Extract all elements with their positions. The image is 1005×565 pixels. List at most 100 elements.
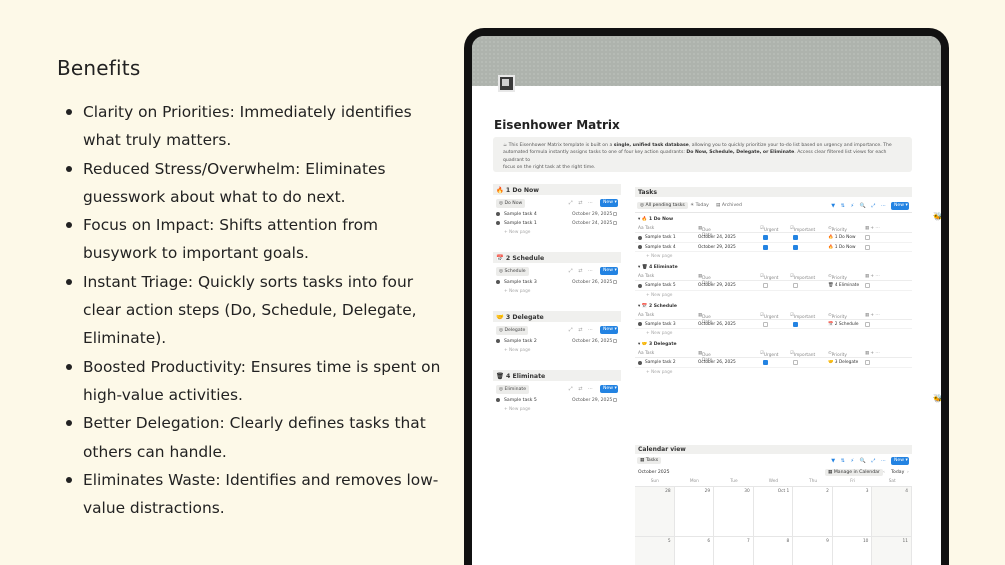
new-button[interactable]: New ▾ <box>891 457 909 465</box>
table-row[interactable]: Sample task 5 October 29, 2025 🗑 4 Elimina… <box>635 281 912 291</box>
benefit-item: Focus on Impact: Shifts attention from b… <box>57 211 452 268</box>
new-button[interactable]: New ▾ <box>891 202 909 210</box>
new-page-button[interactable]: + New page <box>635 329 912 338</box>
calendar-day[interactable]: 6 <box>675 537 715 565</box>
table-row[interactable]: Sample task 2 October 26, 2025 🤝 3 Delegat… <box>635 358 912 368</box>
cover-image <box>472 36 941 86</box>
benefit-item: Instant Triage: Quickly sorts tasks into… <box>57 268 452 353</box>
new-page-button[interactable]: + New page <box>635 291 912 300</box>
tablet-frame: Eisenhower Matrix ☕ This Eisenhower Matr… <box>464 28 949 565</box>
quadrant-schedule: 📅 2 Schedule ◎ Schedule ⤢ ⇄ ⋯ New ▾ Samp… <box>493 252 621 296</box>
done-checkbox[interactable] <box>865 321 870 327</box>
view-tab[interactable]: ◎ Do Now <box>496 199 526 208</box>
urgent-checkbox[interactable] <box>763 283 768 288</box>
urgent-checkbox[interactable] <box>763 321 768 327</box>
done-checkbox[interactable] <box>613 398 617 402</box>
list-item[interactable]: Sample task 2 October 26, 2025 <box>493 337 621 346</box>
important-checkbox[interactable] <box>793 360 798 365</box>
tasks-database: Tasks ◎ All pending tasks ☀ Today ▤ Arch… <box>635 187 912 377</box>
calendar-month-bar: October 2025 ▦ Manage in Calendar ‹ Toda… <box>635 467 912 479</box>
next-month-icon[interactable]: › <box>907 470 909 475</box>
status-icon <box>496 398 500 402</box>
done-checkbox[interactable] <box>613 212 617 216</box>
prev-month-icon[interactable]: ‹ <box>883 470 885 475</box>
view-options-icons[interactable]: ⤢ ⇄ ⋯ <box>569 200 595 206</box>
done-checkbox[interactable] <box>613 221 617 225</box>
list-item[interactable]: Sample task 5 October 29, 2025 <box>493 396 621 405</box>
calendar-day[interactable]: 28 <box>635 487 675 537</box>
quadrant-title: 🔥 1 Do Now <box>493 184 621 195</box>
view-options-icons[interactable]: ⤢ ⇄ ⋯ <box>569 327 595 333</box>
list-item[interactable]: Sample task 4 October 29, 2025 <box>493 210 621 219</box>
urgent-checkbox[interactable] <box>763 235 768 240</box>
group-header[interactable]: ▾ 🔥 1 Do Now <box>635 213 912 224</box>
new-page-button[interactable]: + New page <box>493 228 621 237</box>
calendar-day[interactable]: 29 <box>674 487 715 537</box>
new-page-button[interactable]: + New page <box>635 368 912 377</box>
table-row[interactable]: Sample task 3 October 26, 2025 📅 2 Schedul… <box>635 320 912 329</box>
tab-today[interactable]: ☀ Today <box>687 202 712 209</box>
column-headers: Aa Task ▦ Due Date ☑ Urgent ☑ Important ⊙ Pr… <box>635 349 912 363</box>
new-button[interactable]: New ▾ <box>600 326 618 334</box>
view-tab[interactable]: ◎ Schedule <box>496 267 529 276</box>
tab-tasks[interactable]: ▦ Tasks <box>637 457 662 464</box>
calendar-day[interactable]: 8 <box>754 537 794 565</box>
manage-calendar-button[interactable]: ▦ Manage in Calendar <box>825 469 883 476</box>
tab-archived[interactable]: ▤ Archived <box>713 202 745 209</box>
group-header[interactable]: ▾ 🤝 3 Delegate <box>635 338 912 349</box>
calendar-day[interactable]: 30 <box>714 487 754 537</box>
page-icon[interactable] <box>498 75 515 92</box>
today-button[interactable]: Today <box>891 470 904 475</box>
view-options-icons[interactable]: ⤢ ⇄ ⋯ <box>569 268 595 274</box>
new-page-button[interactable]: + New page <box>493 287 621 296</box>
status-icon <box>496 339 500 343</box>
done-checkbox[interactable] <box>865 235 870 240</box>
done-checkbox[interactable] <box>613 339 617 343</box>
table-row[interactable]: Sample task 1 October 24, 2025 🔥 1 Do Now <box>635 233 912 243</box>
calendar-day[interactable]: 3 <box>832 487 873 537</box>
new-button[interactable]: New ▾ <box>600 199 618 207</box>
status-icon <box>496 212 500 216</box>
important-checkbox[interactable] <box>793 283 798 288</box>
view-tab[interactable]: ◎ Delegate <box>496 326 529 335</box>
benefits-list: Clarity on Priorities: Immediately ident… <box>57 98 452 522</box>
urgent-checkbox[interactable] <box>763 360 768 365</box>
calendar-day[interactable]: 5 <box>635 537 675 565</box>
list-item[interactable]: Sample task 1 October 24, 2025 <box>493 219 621 228</box>
urgent-checkbox[interactable] <box>763 244 768 250</box>
calendar-day[interactable]: 2 <box>793 487 833 537</box>
calendar-day[interactable]: 9 <box>793 537 833 565</box>
important-checkbox[interactable] <box>793 235 798 240</box>
new-page-button[interactable]: + New page <box>635 252 912 261</box>
important-checkbox[interactable] <box>793 321 798 327</box>
toolbar-icons[interactable]: ▼ ⇅ ⚡ 🔍 ⤢ ⋯ <box>831 458 888 464</box>
tab-all-pending[interactable]: ◎ All pending tasks <box>637 202 688 209</box>
new-page-button[interactable]: + New page <box>493 346 621 355</box>
done-checkbox[interactable] <box>865 244 870 250</box>
view-tab[interactable]: ◎ Eliminate <box>496 385 530 394</box>
new-page-button[interactable]: + New page <box>493 405 621 414</box>
list-item[interactable]: Sample task 3 October 26, 2025 <box>493 278 621 287</box>
calendar-view: Calendar view ▦ Tasks ▼ ⇅ ⚡ 🔍 ⤢ ⋯ New ▾ … <box>635 445 912 565</box>
group-header[interactable]: ▾ 🗑 4 Eliminate <box>635 261 912 272</box>
quadrant-title: 📅 2 Schedule <box>493 252 621 263</box>
done-checkbox[interactable] <box>865 283 870 288</box>
view-options-icons[interactable]: ⤢ ⇄ ⋯ <box>569 386 595 392</box>
calendar-day[interactable]: 7 <box>714 537 754 565</box>
done-checkbox[interactable] <box>613 280 617 284</box>
column-headers: Aa Task ▦ Due Date ☑ Urgent ☑ Important ⊙ Pr… <box>635 272 912 286</box>
group-header[interactable]: ▾ 📅 2 Schedule <box>635 300 912 311</box>
new-button[interactable]: New ▾ <box>600 385 618 393</box>
toolbar-icons[interactable]: ▼ ⇅ ⚡ 🔍 ⤢ ⋯ <box>831 203 888 209</box>
calendar-day[interactable]: 10 <box>833 537 873 565</box>
calendar-day[interactable]: 11 <box>872 537 912 565</box>
new-button[interactable]: New ▾ <box>600 267 618 275</box>
month-label: October 2025 <box>638 470 670 475</box>
benefit-item: Better Delegation: Clearly defines tasks… <box>57 409 452 466</box>
calendar-day[interactable]: Oct 1 <box>753 487 794 537</box>
benefits-section: Benefits Clarity on Priorities: Immediat… <box>57 56 452 522</box>
important-checkbox[interactable] <box>793 244 798 250</box>
done-checkbox[interactable] <box>865 360 870 365</box>
calendar-day[interactable]: 4 <box>872 487 912 537</box>
table-row[interactable]: Sample task 4 October 29, 2025 🔥 1 Do Now <box>635 243 912 252</box>
